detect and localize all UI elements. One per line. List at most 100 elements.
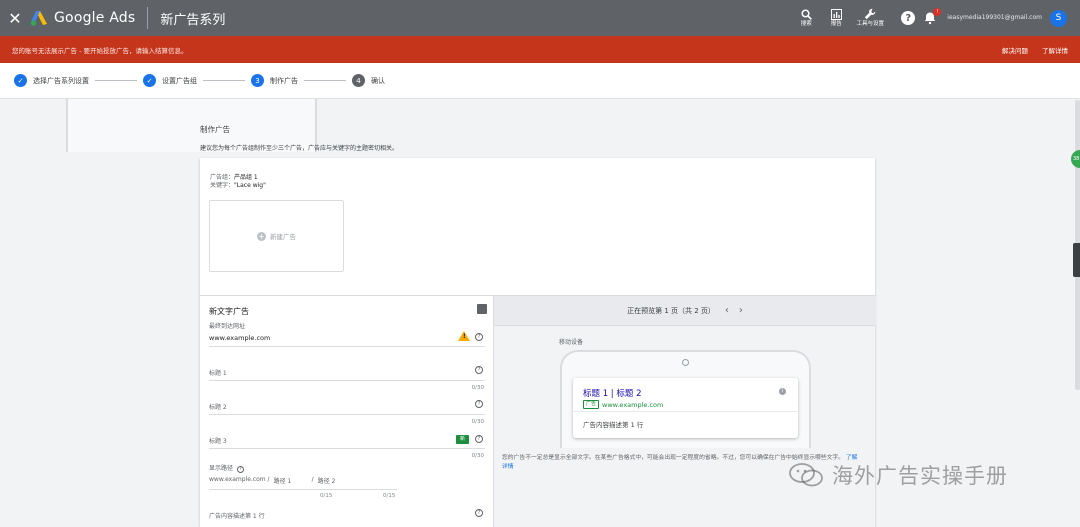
ad-url-row: 广告 www.example.com bbox=[583, 400, 663, 409]
path-base: www.example.com / bbox=[209, 476, 270, 483]
campaign-stepper: ✓ 选择广告系列设置 ✓ 设置广告组 3 制作广告 4 确认 bbox=[0, 63, 1080, 99]
display-path-row: www.example.com / 路径 1 / 路径 2 bbox=[209, 476, 335, 485]
section-title: 制作广告 bbox=[200, 125, 230, 134]
step-campaign-settings[interactable]: ✓ 选择广告系列设置 bbox=[14, 74, 89, 87]
step-connector bbox=[95, 80, 137, 81]
path2-input[interactable]: 路径 2 bbox=[318, 476, 336, 485]
feedback-icon[interactable] bbox=[477, 304, 487, 314]
adgroup-info: 广告组：产品组 1 关键字："Lace wig" bbox=[210, 174, 266, 191]
info-icon[interactable]: i bbox=[779, 388, 786, 395]
search-button[interactable]: 搜索 bbox=[793, 9, 819, 27]
watermark-text: 海外广告实操手册 bbox=[832, 464, 1008, 488]
wrench-icon bbox=[865, 9, 876, 20]
ad-preview-card: 标题 1 | 标题 2 i 广告 www.example.com 广告内容描述第… bbox=[573, 378, 798, 438]
adgroup-value: 产品组 1 bbox=[234, 174, 258, 181]
step-create-ads[interactable]: 3 制作广告 bbox=[251, 74, 298, 87]
display-path-text: 显示路径 bbox=[209, 465, 234, 472]
field-underline bbox=[209, 414, 485, 415]
top-actions: 搜索 报告 工具与设置 ? ! 908-101-7764 张艳芳 ieasyme… bbox=[66, 0, 1080, 152]
headline3-counter: 0/30 bbox=[471, 453, 484, 459]
search-label: 搜索 bbox=[800, 20, 812, 27]
field-underline bbox=[209, 489, 397, 490]
alert-actions: 解决问题 了解详情 bbox=[1002, 45, 1068, 55]
wechat-icon bbox=[789, 463, 823, 487]
step-connector bbox=[304, 80, 346, 81]
path1-counter: 0/15 bbox=[320, 493, 333, 499]
final-url-label: 最终到达网址 bbox=[209, 323, 246, 330]
check-icon: ✓ bbox=[143, 74, 156, 87]
product-name: Google Ads bbox=[54, 10, 136, 26]
tools-settings-label: 工具与设置 bbox=[856, 21, 885, 28]
headline2-input[interactable]: 标题 2 bbox=[209, 402, 227, 411]
help-icon[interactable]: ? bbox=[475, 435, 483, 443]
step-number: 3 bbox=[251, 74, 264, 87]
ad-url: www.example.com bbox=[602, 400, 664, 409]
plus-icon: + bbox=[257, 231, 266, 241]
help-icon[interactable]: ? bbox=[236, 466, 244, 473]
fix-issue-link[interactable]: 解决问题 bbox=[1002, 45, 1028, 55]
notifications-button[interactable]: ! bbox=[923, 8, 942, 25]
reports-icon bbox=[830, 8, 842, 20]
close-icon[interactable]: ✕ bbox=[0, 9, 30, 28]
keyword-value: "Lace wig" bbox=[234, 182, 266, 190]
new-ad-button[interactable]: + 新建广告 bbox=[209, 200, 344, 272]
notification-badge: ! bbox=[933, 8, 942, 16]
warning-icon[interactable]: ! bbox=[458, 331, 470, 341]
ad-creation-card: 广告组：产品组 1 关键字："Lace wig" + 新建广告 新文字广告 最终… bbox=[200, 158, 876, 527]
search-icon bbox=[801, 9, 812, 20]
display-path-label: 显示路径 ? bbox=[209, 463, 244, 473]
help-icon[interactable]: ? bbox=[475, 509, 483, 517]
field-underline bbox=[209, 448, 485, 449]
title-divider bbox=[147, 7, 149, 29]
account-email: ieasymedia199301@gmail.com bbox=[947, 14, 1042, 22]
chevron-left-icon[interactable]: ‹ bbox=[725, 305, 729, 316]
phone-frame: 标题 1 | 标题 2 i 广告 www.example.com 广告内容描述第… bbox=[560, 350, 811, 448]
section-description: 建议您为每个广告组制作至少三个广告，广告应与关键字的主题密切相关。 bbox=[200, 145, 399, 152]
step-number: 4 bbox=[352, 74, 365, 87]
field-underline bbox=[209, 380, 485, 381]
path2-counter: 0/15 bbox=[383, 493, 396, 499]
description1-input[interactable]: 广告内容描述第 1 行 bbox=[209, 511, 265, 520]
top-app-bar: ✕ Google Ads 新广告系列 搜索 报告 工具与设置 ? ! 908-1… bbox=[0, 0, 1080, 152]
headline3-input[interactable]: 标题 3 bbox=[209, 436, 227, 445]
account-info[interactable]: 908-101-7764 张艳芳 ieasymedia199301@gmail.… bbox=[66, 14, 1042, 152]
step-confirm[interactable]: 4 确认 bbox=[352, 74, 385, 87]
step-connector bbox=[203, 80, 245, 81]
help-icon[interactable]: ? bbox=[475, 400, 483, 408]
google-ads-logo[interactable]: Google Ads bbox=[30, 10, 135, 26]
camera-icon bbox=[682, 359, 689, 366]
help-icon[interactable]: ? bbox=[475, 366, 483, 374]
step-label: 设置广告组 bbox=[162, 76, 197, 85]
headline1-input[interactable]: 标题 1 bbox=[209, 368, 227, 377]
new-ad-label: 新建广告 bbox=[270, 233, 296, 241]
chevron-right-icon[interactable]: › bbox=[739, 305, 743, 316]
field-underline bbox=[209, 346, 485, 347]
reports-label: 报告 bbox=[830, 20, 842, 27]
ad-preview-panel: 正在预览第 1 页（共 2 页） ‹ › 移动设备 标题 1 | 标题 2 i … bbox=[493, 296, 876, 527]
learn-more-link[interactable]: 了解详情 bbox=[1042, 45, 1068, 55]
ad-headline: 标题 1 | 标题 2 bbox=[583, 389, 642, 399]
editor-title: 新文字广告 bbox=[209, 307, 249, 316]
check-icon: ✓ bbox=[14, 74, 27, 87]
avatar[interactable]: S bbox=[1050, 9, 1067, 27]
help-icon[interactable]: ? bbox=[901, 11, 916, 25]
side-handle[interactable] bbox=[1073, 243, 1080, 277]
keyword-label: 关键字： bbox=[210, 182, 235, 190]
page-title: 新广告系列 bbox=[160, 12, 226, 28]
preview-page-indicator: 正在预览第 1 页（共 2 页） bbox=[627, 306, 715, 315]
tools-settings-button[interactable]: 工具与设置 bbox=[853, 8, 887, 27]
path1-input[interactable]: 路径 1 bbox=[274, 476, 310, 485]
reports-button[interactable]: 报告 bbox=[823, 8, 849, 27]
final-url-input[interactable]: www.example.com bbox=[209, 334, 270, 342]
step-label: 确认 bbox=[371, 76, 385, 85]
headline1-counter: 0/30 bbox=[471, 385, 484, 391]
help-icon[interactable]: ? bbox=[475, 333, 483, 341]
side-widget-bubble[interactable]: 38 bbox=[1071, 150, 1080, 168]
preview-header: 正在预览第 1 页（共 2 页） ‹ › bbox=[494, 296, 876, 326]
ad-description: 广告内容描述第 1 行 bbox=[583, 421, 644, 429]
google-ads-logo-icon bbox=[30, 11, 47, 26]
step-ad-group[interactable]: ✓ 设置广告组 bbox=[143, 74, 197, 87]
step-label: 选择广告系列设置 bbox=[33, 76, 89, 85]
adgroup-label: 广告组： bbox=[210, 174, 235, 181]
divider bbox=[573, 411, 798, 412]
